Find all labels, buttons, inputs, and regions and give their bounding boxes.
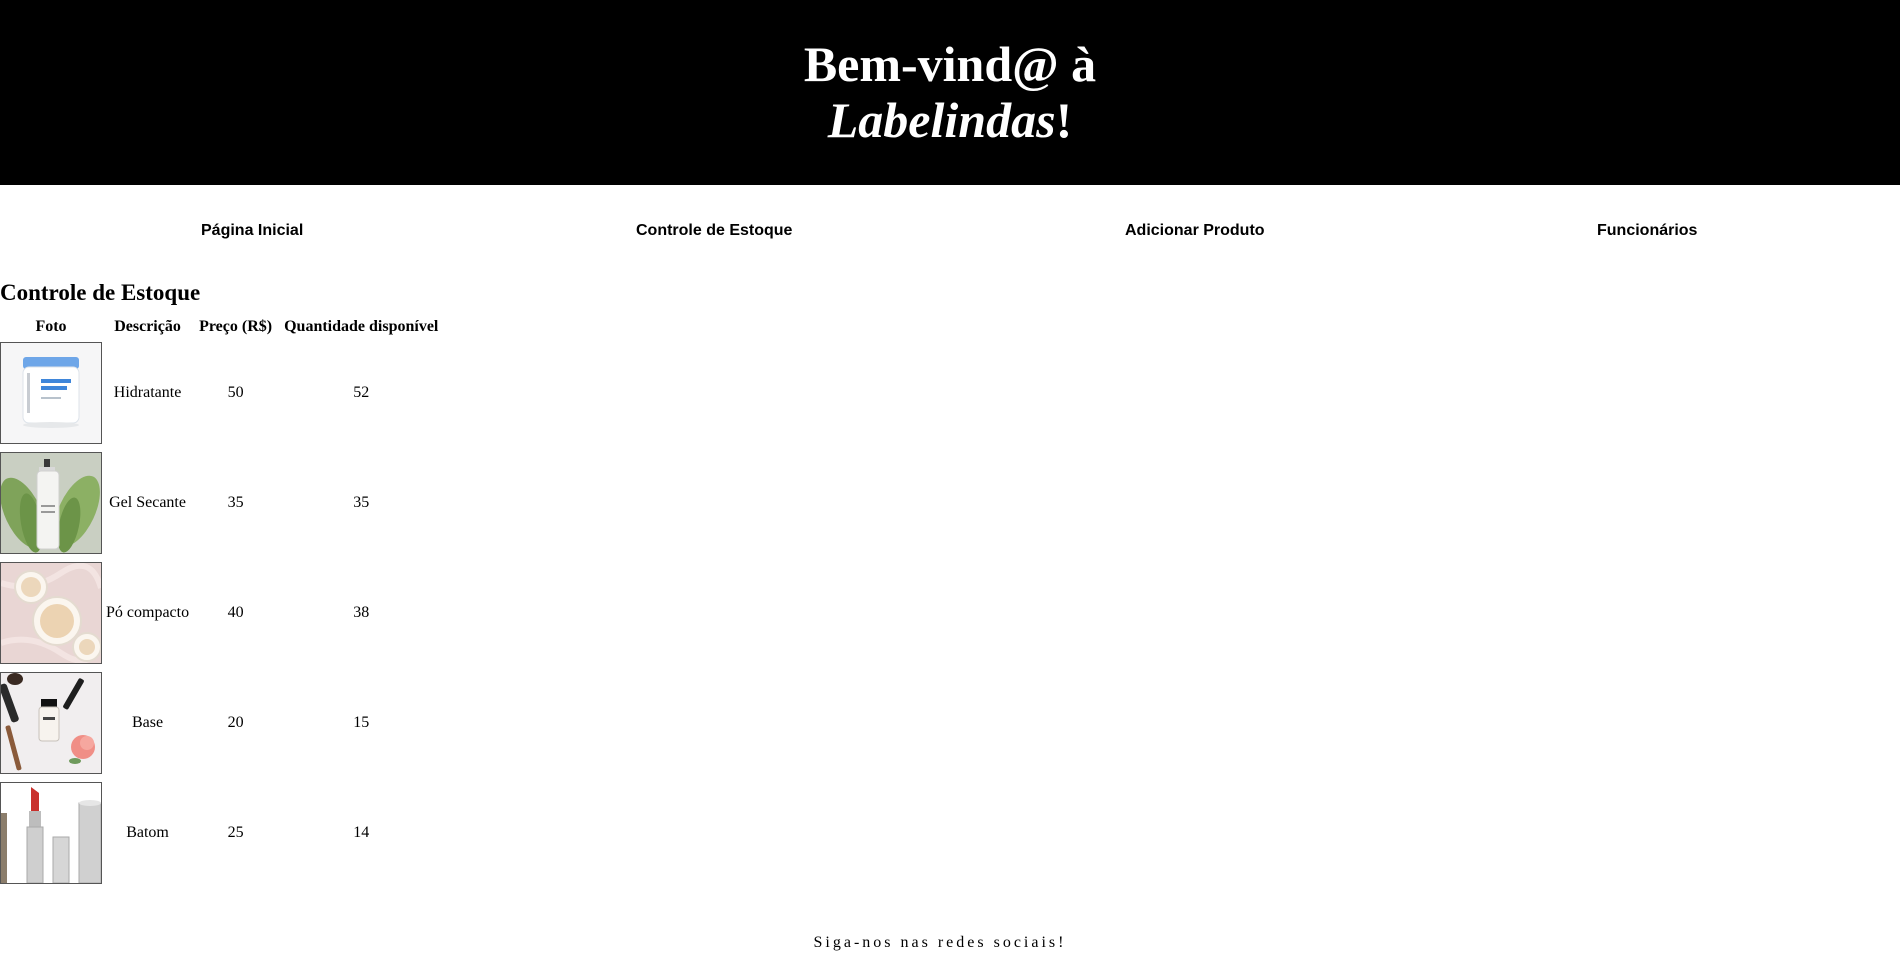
product-photo-lipstick <box>0 782 102 884</box>
inventory-title: Controle de Estoque <box>0 280 201 305</box>
cell-price: 35 <box>227 494 244 511</box>
product-photo-moisturizer <box>0 342 102 444</box>
cell-description: Batom <box>126 824 169 841</box>
table-row: Batom 25 14 <box>0 778 444 888</box>
table-row: Base 20 15 <box>0 668 444 778</box>
nav-link-home[interactable]: Página Inicial <box>201 222 303 240</box>
cell-description: Pó compacto <box>106 604 190 621</box>
photo-cell <box>0 558 102 668</box>
site-header: Bem-vind@ à Labelindas! <box>0 0 1900 185</box>
cell-price: 20 <box>227 714 244 731</box>
nav-link-employees[interactable]: Funcionários <box>1597 222 1697 240</box>
cell-quantity: 38 <box>353 604 370 621</box>
cell-price: 50 <box>227 384 244 401</box>
cell-description: Base <box>131 714 164 731</box>
product-photo-gel <box>0 452 102 554</box>
column-header-photo: Foto <box>35 318 67 335</box>
cell-quantity: 15 <box>353 714 370 731</box>
table-row: Hidratante 50 52 <box>0 338 444 448</box>
table-row: Gel Secante 35 35 <box>0 448 444 558</box>
site-footer: Siga-nos nas redes sociais! <box>0 934 1880 952</box>
main-nav: Página Inicial Controle de Estoque Adici… <box>0 185 1904 277</box>
welcome-title-suffix: ! <box>1055 92 1073 148</box>
column-header-price: Preço (R$) <box>199 318 273 335</box>
cell-price: 40 <box>227 604 244 621</box>
nav-link-inventory[interactable]: Controle de Estoque <box>636 222 792 240</box>
product-photo-foundation <box>0 672 102 774</box>
cell-description: Gel Secante <box>109 494 186 511</box>
photo-cell <box>0 338 102 448</box>
cell-price: 25 <box>227 824 244 841</box>
table-row: Pó compacto 40 38 <box>0 558 444 668</box>
column-header-quantity: Quantidade disponível <box>284 318 439 335</box>
cell-quantity: 14 <box>353 824 370 841</box>
product-photo-powder <box>0 562 102 664</box>
column-header-description: Descrição <box>114 318 181 335</box>
cell-quantity: 35 <box>353 494 370 511</box>
cell-description: Hidratante <box>113 384 182 401</box>
cell-quantity: 52 <box>353 384 370 401</box>
table-header-row: Foto Descrição Preço (R$) Quantidade dis… <box>0 316 444 338</box>
inventory-table: Foto Descrição Preço (R$) Quantidade dis… <box>0 316 444 888</box>
brand-name: Labelindas <box>827 92 1056 148</box>
nav-link-add-product[interactable]: Adicionar Produto <box>1125 222 1265 240</box>
social-media-text: Siga-nos nas redes sociais! <box>813 934 1067 951</box>
photo-cell <box>0 778 102 888</box>
welcome-title: Bem-vind@ à Labelindas! <box>0 0 1900 148</box>
photo-cell <box>0 448 102 558</box>
welcome-title-prefix: Bem-vind@ à <box>803 36 1097 92</box>
photo-cell <box>0 668 102 778</box>
